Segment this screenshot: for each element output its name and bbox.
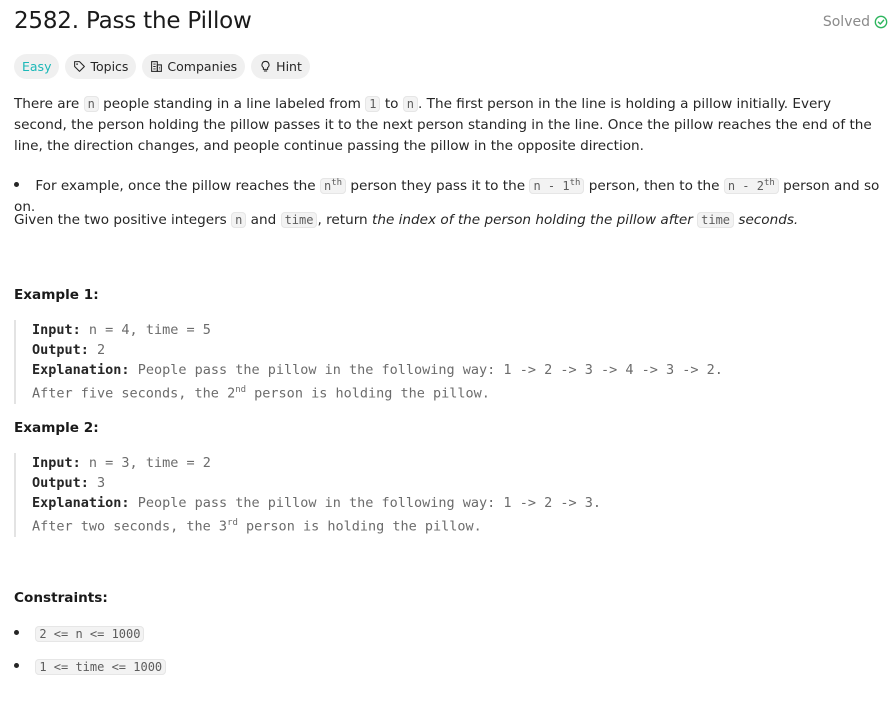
companies-button[interactable]: Companies <box>142 54 246 79</box>
lightbulb-icon <box>261 60 270 72</box>
topics-button[interactable]: Topics <box>65 54 137 79</box>
example-1-heading: Example 1: <box>14 287 99 303</box>
inline-code: n <box>231 212 247 228</box>
example-2-block: Input: n = 3, time = 2 Output: 3 Explana… <box>14 453 601 537</box>
solved-label: Solved <box>822 14 870 30</box>
problem-description-panel: 2582. Pass the Pillow Solved Easy Topics… <box>0 0 896 726</box>
building-icon <box>151 61 163 72</box>
inline-code: n - 1th <box>529 178 585 194</box>
topics-label: Topics <box>90 59 129 74</box>
bullet-dot <box>14 662 19 668</box>
bullet-dot <box>14 629 19 635</box>
example-2-heading: Example 2: <box>14 420 99 436</box>
tag-icon <box>74 61 86 72</box>
bullet-dot <box>14 181 19 187</box>
constraints-heading: Constraints: <box>14 590 108 606</box>
hint-label: Hint <box>276 59 302 74</box>
difficulty-badge: Easy <box>14 54 60 79</box>
hint-button[interactable]: Hint <box>251 54 310 79</box>
inline-code: 1 <box>365 96 381 112</box>
check-circle-icon <box>874 15 888 29</box>
inline-code: n - 2th <box>723 178 779 194</box>
inline-code: 2 <= n <= 1000 <box>35 626 145 642</box>
inline-code: 1 <= time <= 1000 <box>35 659 167 675</box>
constraint-item: 1 <= time <= 1000 <box>14 657 167 678</box>
description-paragraph-2: Given the two positive integers n and ti… <box>14 212 799 228</box>
inline-code: time <box>280 212 318 228</box>
companies-label: Companies <box>167 59 238 74</box>
problem-tags-row: Easy Topics Companies Hint <box>14 54 310 79</box>
example-1-block: Input: n = 4, time = 5 Output: 2 Explana… <box>14 320 723 404</box>
inline-code: n <box>402 96 419 112</box>
solved-status: Solved <box>823 14 888 30</box>
inline-code: time <box>697 212 735 228</box>
problem-title[interactable]: 2582. Pass the Pillow <box>14 8 252 34</box>
constraint-item: 2 <= n <= 1000 <box>14 624 145 645</box>
inline-code: nth <box>319 178 347 194</box>
description-paragraph-1: There are n people standing in a line la… <box>14 96 872 154</box>
inline-code: n <box>83 96 99 112</box>
